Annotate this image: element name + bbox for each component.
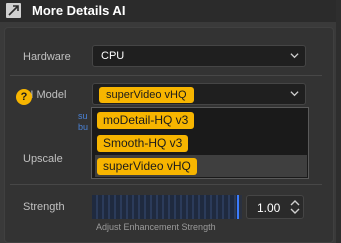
hardware-value: CPU — [101, 50, 125, 62]
strength-spinbox[interactable]: 1.00 — [246, 195, 304, 219]
option-label: moDetail-HQ v3 — [97, 112, 195, 129]
hardware-select[interactable]: CPU — [92, 45, 306, 67]
hint-text-2: bu — [78, 122, 89, 132]
hint-text-1: su — [78, 111, 88, 121]
divider — [10, 184, 322, 185]
divider — [10, 75, 322, 76]
scrollbar[interactable] — [336, 0, 341, 243]
option-label: Smooth-HQ v3 — [97, 135, 189, 152]
strength-caption: Adjust Enhancement Strength — [96, 222, 216, 232]
slider-fill — [92, 195, 239, 219]
chevron-down-icon — [290, 53, 299, 59]
dropdown-option[interactable]: Smooth-HQ v3 — [95, 132, 307, 154]
strength-label: Strength — [23, 201, 65, 213]
help-icon[interactable]: ? — [16, 89, 32, 105]
option-label: superVideo vHQ — [97, 158, 197, 175]
panel-title: More Details AI — [32, 3, 126, 18]
ai-model-dropdown: moDetail-HQ v3 Smooth-HQ v3 superVideo v… — [91, 107, 309, 179]
spin-arrows-icon[interactable] — [290, 199, 300, 215]
collapse-icon[interactable] — [6, 3, 21, 18]
ai-model-select[interactable]: superVideo vHQ — [92, 83, 306, 105]
upscale-label: Upscale — [23, 153, 63, 165]
slider-thumb[interactable] — [237, 195, 239, 219]
strength-slider[interactable] — [92, 195, 242, 219]
hardware-label: Hardware — [23, 51, 71, 63]
ai-model-value: superVideo vHQ — [99, 87, 194, 103]
chevron-down-icon — [290, 91, 299, 97]
strength-value: 1.00 — [257, 201, 281, 215]
dropdown-option[interactable]: moDetail-HQ v3 — [95, 109, 307, 131]
dropdown-option-selected[interactable]: superVideo vHQ — [95, 155, 307, 177]
title-bar: More Details AI — [0, 0, 341, 22]
